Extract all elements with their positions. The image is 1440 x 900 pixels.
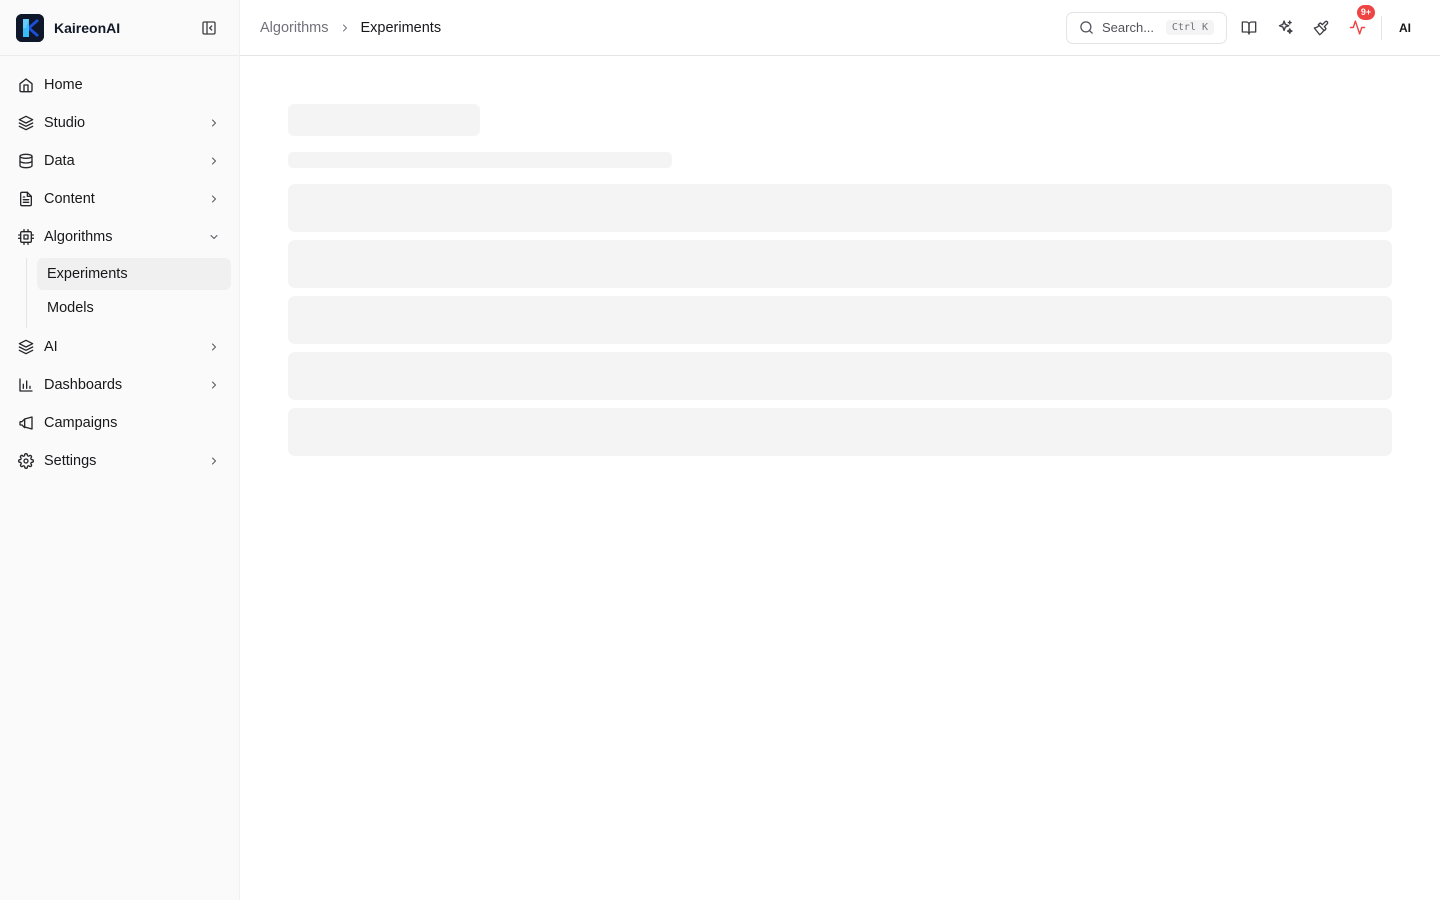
layers-icon [18,339,34,355]
skeleton-row [288,184,1392,232]
chevron-right-icon [207,116,221,130]
docs-button[interactable] [1231,12,1267,44]
skeleton-row [288,296,1392,344]
file-text-icon [18,191,34,207]
skeleton-row [288,240,1392,288]
collapse-sidebar-button[interactable] [199,18,219,38]
activity-notifications-button[interactable]: 9+ [1339,4,1375,44]
chevron-right-icon [207,340,221,354]
sidebar-item-settings[interactable]: Settings [0,442,239,480]
panel-left-icon [202,21,216,35]
sidebar-subitem-models[interactable]: Models [37,292,231,324]
search-icon [1079,20,1094,35]
sidebar-item-label: Algorithms [44,229,113,245]
skeleton-subtitle [288,152,672,168]
activity-icon [1349,20,1365,35]
skeleton-row [288,352,1392,400]
bar-chart-icon [18,377,34,393]
ai-assistant-button[interactable] [1267,12,1303,44]
megaphone-icon [18,415,34,431]
sidebar-item-label: Studio [44,115,86,131]
main-area: Algorithms Experiments Search... Ctrl K [240,0,1440,900]
sidebar-item-campaigns[interactable]: Campaigns [0,404,239,442]
sidebar-item-label: Content [44,191,95,207]
cpu-icon [18,229,34,245]
topbar-actions: Search... Ctrl K 9+ AI [1066,4,1420,44]
loading-skeleton [240,56,1440,456]
paintbrush-icon [1313,20,1329,35]
sidebar-item-label: AI [44,339,58,355]
chevron-down-icon [207,230,221,244]
sidebar-item-label: Data [44,153,75,169]
sidebar-subitem-experiments[interactable]: Experiments [37,258,231,290]
sidebar-item-label: Settings [44,453,97,469]
sidebar-item-home[interactable]: Home [0,66,239,104]
sidebar-item-algorithms[interactable]: Algorithms [0,218,239,256]
sidebar-item-label: Dashboards [44,377,123,393]
breadcrumb-current: Experiments [360,19,442,36]
sidebar-item-label: Campaigns [44,415,118,431]
chevron-right-icon [207,192,221,206]
chevron-right-icon [207,154,221,168]
chevron-right-icon [207,454,221,468]
sidebar-nav: Home Studio Data Content Algorithms Expe… [0,56,239,480]
layers-icon [18,115,34,131]
topbar: Algorithms Experiments Search... Ctrl K [240,0,1440,56]
gear-icon [18,453,34,469]
breadcrumb: Algorithms Experiments [260,20,441,36]
search-shortcut: Ctrl K [1165,20,1214,35]
sparkles-icon [1278,20,1293,34]
theme-button[interactable] [1303,12,1339,44]
search-input[interactable]: Search... Ctrl K [1066,11,1227,44]
notification-badge: 9+ [1357,4,1375,20]
chevron-right-icon [339,22,351,34]
chevron-right-icon [207,378,221,392]
sidebar-item-label: Home [44,77,83,93]
skeleton-title [288,104,480,136]
skeleton-row [288,408,1392,456]
sidebar-item-ai[interactable]: AI [0,328,239,366]
sidebar-item-data[interactable]: Data [0,142,239,180]
topbar-divider [1381,15,1382,40]
algorithms-submenu: Experiments Models [26,258,239,328]
app-name: KaireonAI [54,19,121,36]
skeleton-rows [288,184,1392,456]
book-open-icon [1241,20,1257,35]
search-placeholder: Search... [1102,20,1155,35]
app-logo [16,13,44,42]
sidebar: KaireonAI Home Studio Data Content Algor… [0,0,240,900]
breadcrumb-parent[interactable]: Algorithms [260,20,329,36]
database-icon [18,153,34,169]
sidebar-item-content[interactable]: Content [0,180,239,218]
sidebar-item-studio[interactable]: Studio [0,104,239,142]
avatar[interactable]: AI [1390,13,1420,43]
home-icon [18,77,34,93]
sidebar-item-dashboards[interactable]: Dashboards [0,366,239,404]
